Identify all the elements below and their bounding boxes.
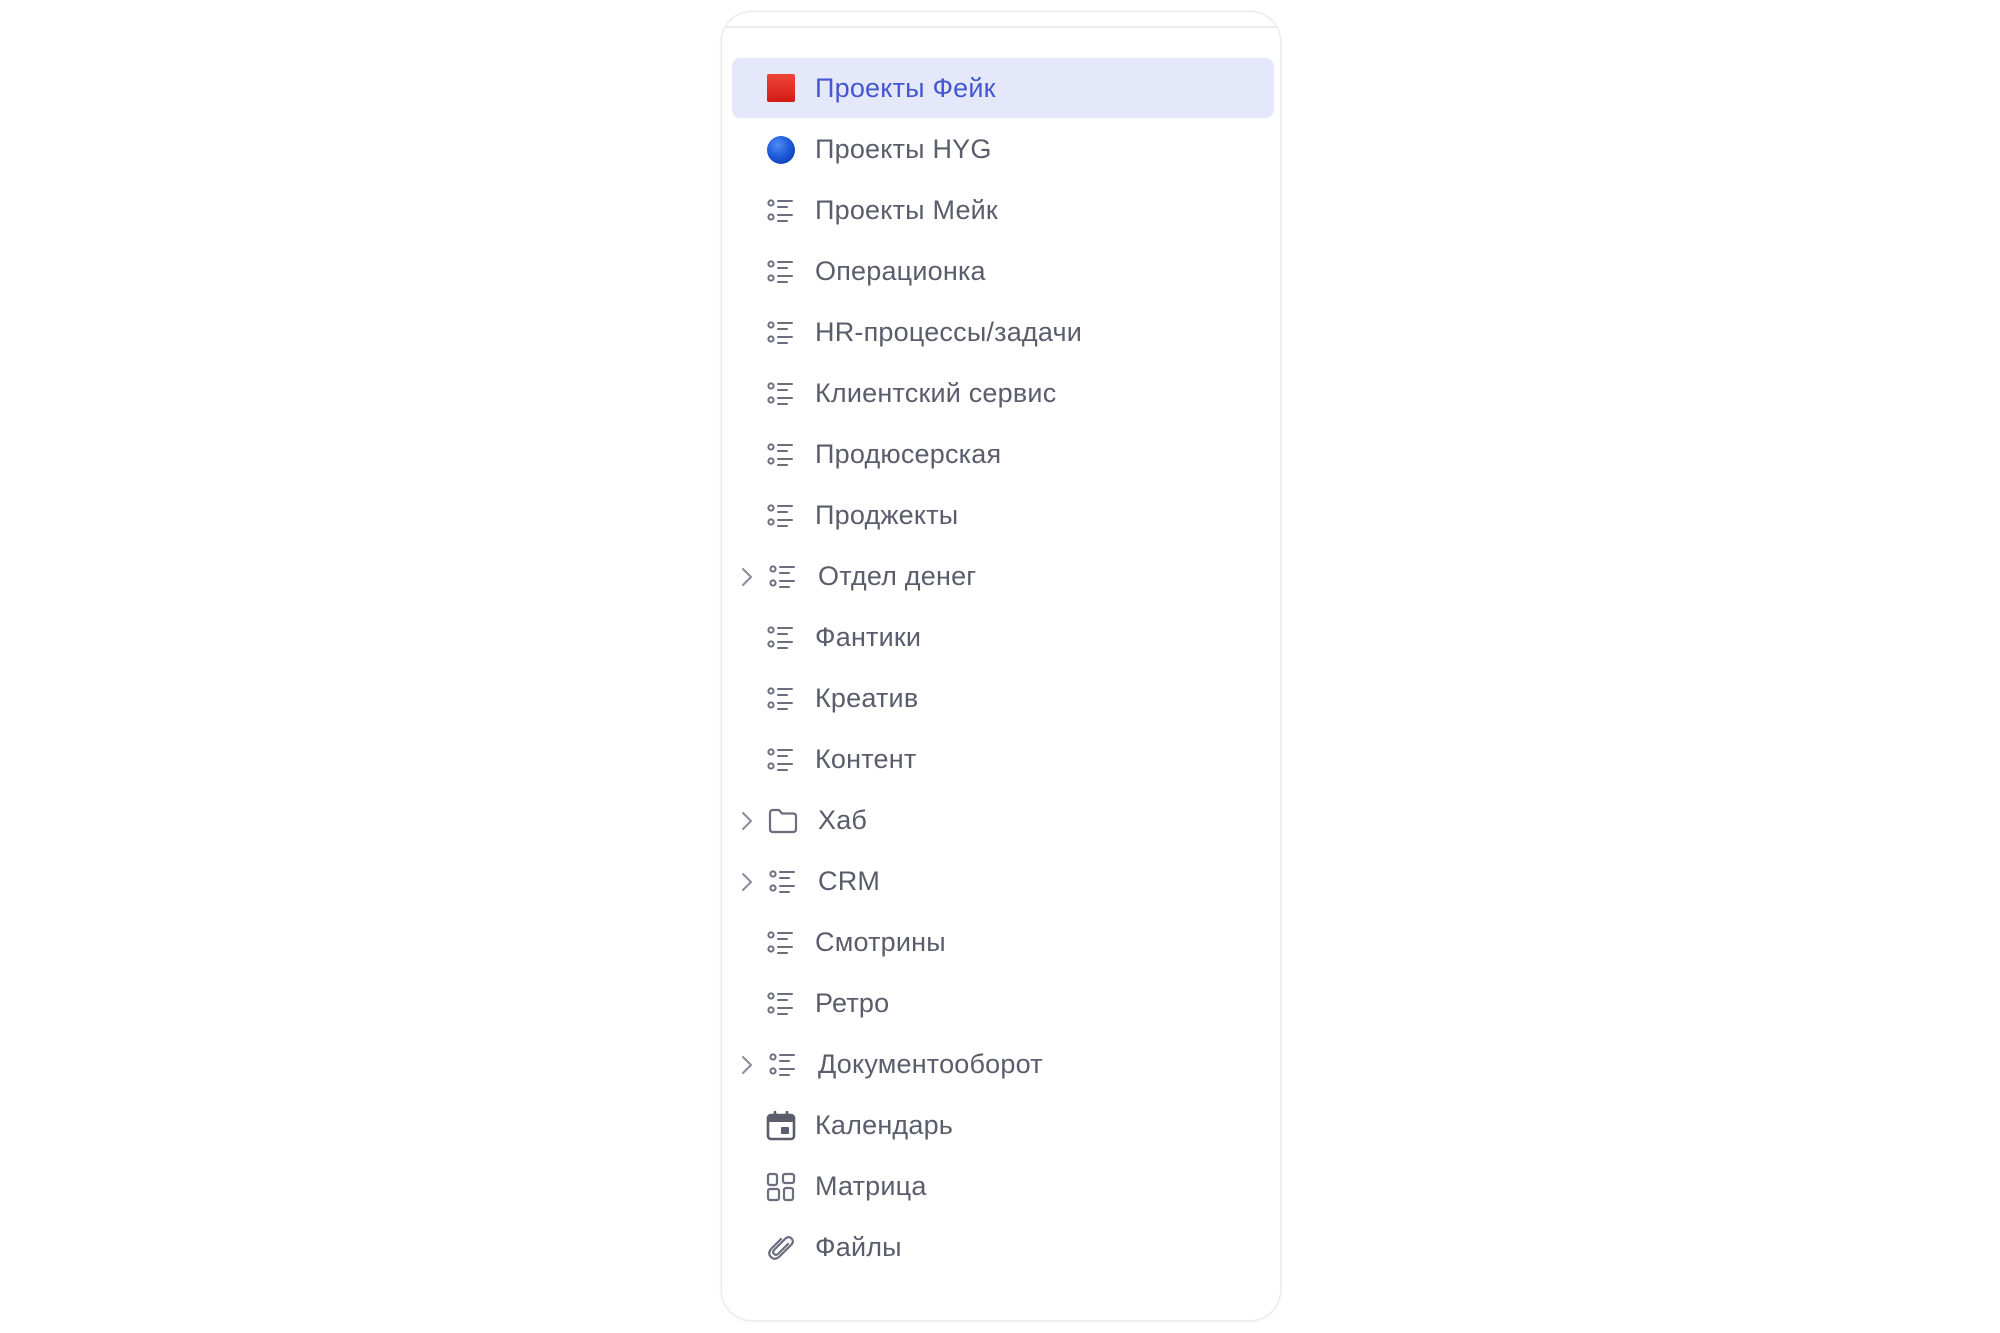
- chevron-right-icon[interactable]: [732, 851, 762, 912]
- sidebar-item-label: Клиентский сервис: [815, 378, 1057, 408]
- sidebar-item-label: Фантики: [815, 622, 922, 652]
- sidebar-item-label: Хаб: [818, 805, 868, 835]
- list-icon: [766, 851, 800, 912]
- list-icon: [764, 668, 798, 729]
- sidebar-item[interactable]: Календарь: [732, 1095, 1274, 1156]
- sidebar-item-label: Проекты HYG: [815, 134, 992, 164]
- list-icon: [764, 485, 798, 546]
- sidebar-item-label: Смотрины: [815, 927, 946, 957]
- sidebar-item-label: Ретро: [815, 988, 890, 1018]
- folder-icon: [766, 790, 800, 851]
- sidebar-panel: Проекты Фейк Проекты HYG Проекты Мейк Опера…: [722, 12, 1280, 1320]
- matrix-icon: [764, 1156, 798, 1217]
- sidebar-item[interactable]: Проджекты: [732, 485, 1274, 546]
- list-icon: [764, 912, 798, 973]
- sidebar-item-label: Отдел денег: [818, 561, 977, 591]
- sidebar-item[interactable]: Проекты Фейк: [732, 58, 1274, 118]
- list-icon: [764, 363, 798, 424]
- sidebar-item[interactable]: Проекты HYG: [732, 119, 1274, 180]
- sidebar-item-label: Проекты Мейк: [815, 195, 998, 225]
- sidebar-item-label: HR-процессы/задачи: [815, 317, 1083, 347]
- chevron-right-icon[interactable]: [732, 1034, 762, 1095]
- sidebar-item-label: Проджекты: [815, 500, 959, 530]
- list-icon: [764, 180, 798, 241]
- sidebar-item[interactable]: Фантики: [732, 607, 1274, 668]
- sidebar-item-label: CRM: [818, 866, 881, 896]
- list-icon: [764, 302, 798, 363]
- blue-circle-icon: [764, 119, 798, 180]
- paperclip-icon: [764, 1217, 798, 1278]
- sidebar-item[interactable]: Документооборот: [732, 1034, 1274, 1095]
- sidebar-item[interactable]: Продюсерская: [732, 424, 1274, 485]
- list-icon: [764, 973, 798, 1034]
- sidebar-item[interactable]: Контент: [732, 729, 1274, 790]
- calendar-icon: [764, 1095, 798, 1156]
- sidebar-item[interactable]: Креатив: [732, 668, 1274, 729]
- sidebar-item[interactable]: Ретро: [732, 973, 1274, 1034]
- list-icon: [764, 607, 798, 668]
- panel-divider: [722, 26, 1280, 28]
- list-icon: [764, 424, 798, 485]
- sidebar-item[interactable]: Хаб: [732, 790, 1274, 851]
- sidebar-item-label: Креатив: [815, 683, 919, 713]
- chevron-right-icon[interactable]: [732, 546, 762, 607]
- sidebar-item[interactable]: Операционка: [732, 241, 1274, 302]
- sidebar-item[interactable]: Отдел денег: [732, 546, 1274, 607]
- sidebar-item[interactable]: CRM: [732, 851, 1274, 912]
- sidebar-item-label: Файлы: [815, 1232, 902, 1262]
- red-square-icon: [764, 58, 798, 118]
- sidebar-item-label: Матрица: [815, 1171, 927, 1201]
- list-icon: [764, 241, 798, 302]
- list-icon: [764, 729, 798, 790]
- sidebar-item-label: Проекты Фейк: [815, 72, 996, 103]
- sidebar-item[interactable]: Клиентский сервис: [732, 363, 1274, 424]
- sidebar-item[interactable]: Проекты Мейк: [732, 180, 1274, 241]
- chevron-right-icon[interactable]: [732, 790, 762, 851]
- list-icon: [766, 546, 800, 607]
- sidebar-item-label: Продюсерская: [815, 439, 1002, 469]
- project-menu: Проекты Фейк Проекты HYG Проекты Мейк Опера…: [732, 58, 1274, 1278]
- sidebar-item-label: Документооборот: [818, 1049, 1043, 1079]
- sidebar-item[interactable]: Смотрины: [732, 912, 1274, 973]
- sidebar-item-label: Контент: [815, 744, 917, 774]
- sidebar-item-label: Операционка: [815, 256, 986, 286]
- sidebar-item[interactable]: Матрица: [732, 1156, 1274, 1217]
- list-icon: [766, 1034, 800, 1095]
- sidebar-item-label: Календарь: [815, 1110, 954, 1140]
- sidebar-item[interactable]: Файлы: [732, 1217, 1274, 1278]
- sidebar-item[interactable]: HR-процессы/задачи: [732, 302, 1274, 363]
